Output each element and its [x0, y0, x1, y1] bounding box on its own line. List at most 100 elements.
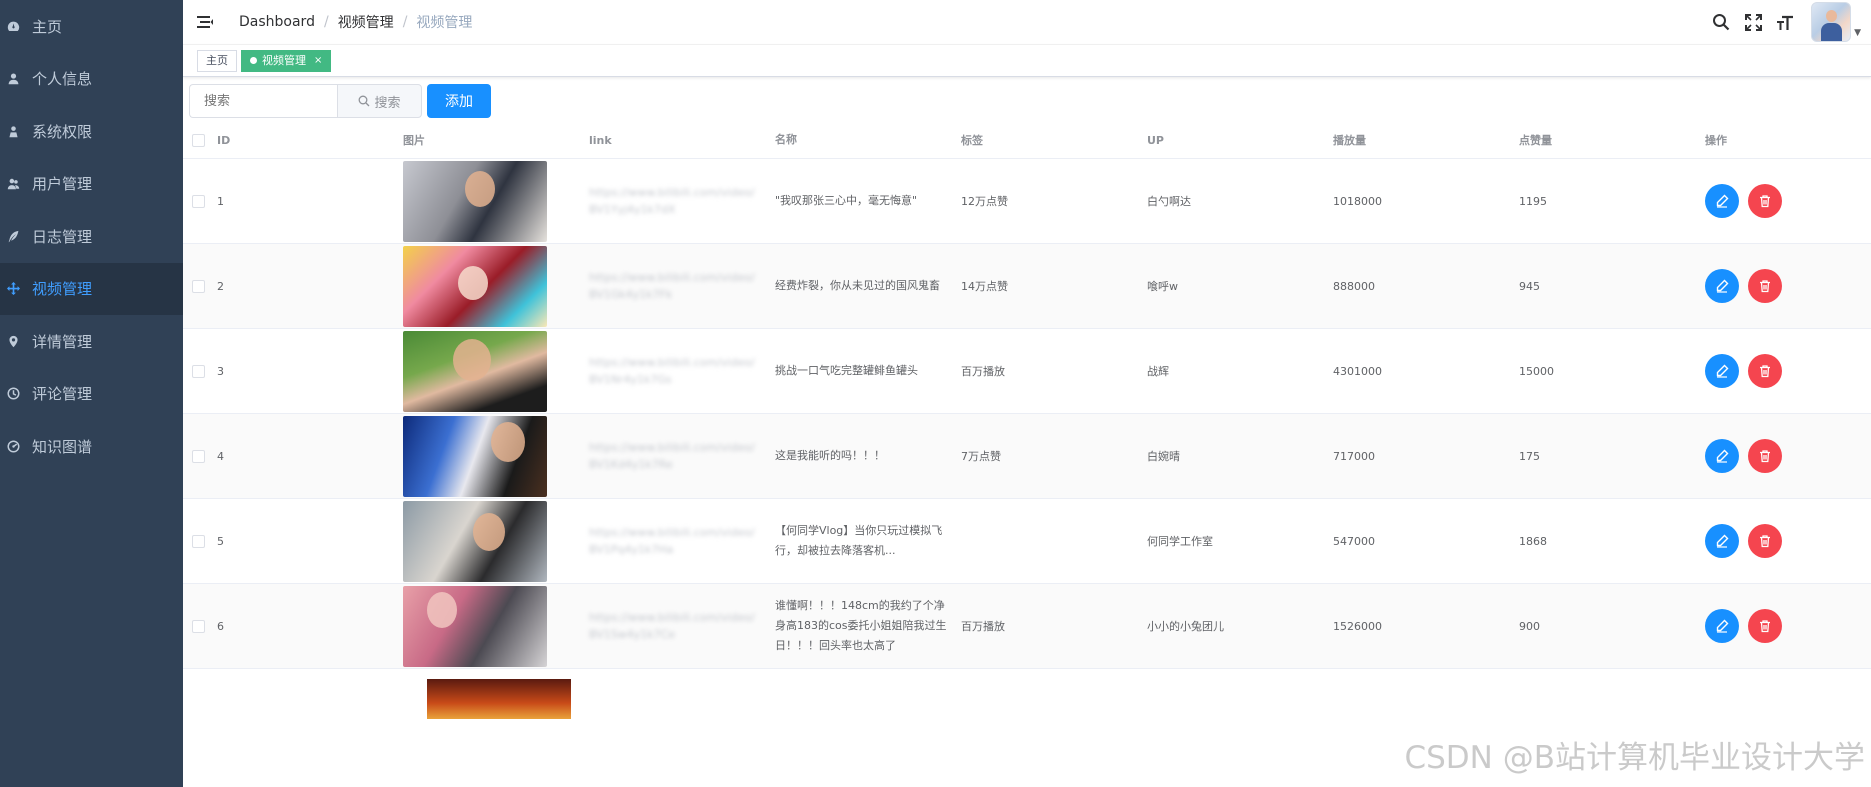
sidebar-item-home[interactable]: 主页 [0, 0, 183, 53]
sidebar-item-label: 系统权限 [32, 122, 93, 141]
column-header-link[interactable]: link [589, 134, 775, 147]
cell-up: 白婉晴 [1147, 450, 1180, 463]
cell-id: 3 [217, 364, 224, 378]
table-row: 6 https://www.bilibili.com/video/BV1Sw4y… [183, 584, 1871, 669]
row-checkbox-cell [183, 194, 217, 208]
cell-link[interactable]: https://www.bilibili.com/video/BV1Kd4y1k… [589, 439, 775, 473]
cell-link[interactable]: https://www.bilibili.com/video/BV1Nr4y1k… [589, 354, 775, 388]
sidebar-item-label: 用户管理 [32, 175, 93, 194]
delete-button[interactable] [1748, 609, 1782, 643]
sidebar-item-permissions[interactable]: 系统权限 [0, 105, 183, 158]
search-button[interactable]: 搜索 [337, 84, 422, 118]
cell-link[interactable]: https://www.bilibili.com/video/BV1Pq4y1k… [589, 524, 775, 558]
video-link[interactable]: https://www.bilibili.com/video/BV1Sw4y1k… [589, 609, 755, 643]
sidebar-item-label: 个人信息 [32, 70, 93, 89]
sidebar-item-video[interactable]: 视频管理 [0, 262, 183, 315]
edit-button[interactable] [1705, 609, 1739, 643]
fullscreen-icon[interactable] [1742, 11, 1764, 33]
sidebar-item-details[interactable]: 详情管理 [0, 315, 183, 368]
video-link[interactable]: https://www.bilibili.com/video/BV1Pq4y1k… [589, 524, 755, 558]
row-checkbox[interactable] [192, 194, 205, 208]
avatar[interactable] [1811, 2, 1852, 42]
video-thumbnail[interactable] [403, 245, 547, 327]
sidebar-item-label: 主页 [32, 17, 63, 36]
delete-button[interactable] [1748, 354, 1782, 388]
delete-button[interactable] [1748, 524, 1782, 558]
video-link[interactable]: https://www.bilibili.com/video/BV1Nr4y1k… [589, 354, 755, 388]
chart-icon [6, 439, 20, 453]
cell-tag: 12万点赞 [961, 195, 1008, 208]
delete-button[interactable] [1748, 269, 1782, 303]
sidebar-item-label: 视频管理 [32, 280, 93, 299]
sidebar-item-knowledge-graph[interactable]: 知识图谱 [0, 420, 183, 473]
hamburger-icon[interactable] [197, 12, 217, 32]
video-link[interactable]: https://www.bilibili.com/video/BV1Yyj4y1… [589, 184, 755, 218]
tag-label: 主页 [206, 53, 228, 67]
sidebar-item-profile[interactable]: 个人信息 [0, 53, 183, 106]
edit-icon [1716, 194, 1729, 208]
delete-button[interactable] [1748, 439, 1782, 473]
edit-button[interactable] [1705, 269, 1739, 303]
video-link[interactable]: https://www.bilibili.com/video/BV1Gk4y1k… [589, 269, 755, 303]
column-header-plays[interactable]: 播放量 [1333, 132, 1519, 148]
delete-icon [1760, 365, 1770, 378]
column-header-name[interactable]: 名称 [775, 130, 961, 150]
move-icon [6, 282, 20, 296]
row-checkbox[interactable] [192, 619, 205, 633]
close-icon[interactable]: × [314, 50, 322, 72]
video-thumbnail[interactable] [403, 415, 547, 497]
sidebar-item-label: 日志管理 [32, 227, 93, 246]
sidebar-item-comments[interactable]: 评论管理 [0, 368, 183, 421]
video-thumbnail[interactable] [427, 679, 571, 719]
row-checkbox[interactable] [192, 534, 205, 548]
row-checkbox[interactable] [192, 279, 205, 293]
tag-home[interactable]: 主页 [197, 49, 237, 72]
search-input[interactable] [189, 84, 337, 118]
cell-plays: 888000 [1333, 279, 1375, 293]
edit-button[interactable] [1705, 354, 1739, 388]
tag-video-management[interactable]: 视频管理 × [241, 49, 332, 72]
column-header-tag[interactable]: 标签 [961, 132, 1147, 148]
cell-link[interactable]: https://www.bilibili.com/video/BV1Sw4y1k… [589, 609, 775, 643]
delete-icon [1760, 450, 1770, 463]
column-header-id[interactable]: ID [217, 134, 403, 147]
cell-image [403, 160, 589, 242]
sidebar-item-logs[interactable]: 日志管理 [0, 210, 183, 263]
font-size-icon[interactable] [1774, 11, 1796, 33]
table-header: ID 图片 link 名称 标签 UP 播放量 点赞量 操作 [183, 122, 1871, 159]
cell-up: 小小的小兔团儿 [1147, 620, 1224, 633]
cell-id: 1 [217, 194, 224, 208]
caret-down-icon[interactable]: ▼ [1854, 28, 1861, 38]
video-thumbnail[interactable] [403, 500, 547, 582]
table-row: 1 https://www.bilibili.com/video/BV1Yyj4… [183, 159, 1871, 244]
cell-link[interactable]: https://www.bilibili.com/video/BV1Yyj4y1… [589, 184, 775, 218]
video-link[interactable]: https://www.bilibili.com/video/BV1Kd4y1k… [589, 439, 755, 473]
column-header-image[interactable]: 图片 [403, 132, 589, 148]
peoples-icon [6, 124, 20, 138]
row-checkbox[interactable] [192, 364, 205, 378]
cell-name: 经费炸裂，你从未见过的国风鬼畜 [775, 279, 940, 292]
search-icon[interactable] [1710, 11, 1732, 33]
video-thumbnail[interactable] [403, 585, 547, 667]
add-button[interactable]: 添加 [427, 84, 491, 118]
sidebar-item-users[interactable]: 用户管理 [0, 158, 183, 211]
table-row: 3 https://www.bilibili.com/video/BV1Nr4y… [183, 329, 1871, 414]
video-thumbnail[interactable] [403, 160, 547, 242]
edit-button[interactable] [1705, 524, 1739, 558]
edit-button[interactable] [1705, 439, 1739, 473]
breadcrumb-video-parent[interactable]: 视频管理 [338, 12, 394, 32]
select-all-checkbox[interactable] [192, 133, 205, 147]
edit-button[interactable] [1705, 184, 1739, 218]
cell-link[interactable]: https://www.bilibili.com/video/BV1Gk4y1k… [589, 269, 775, 303]
sidebar-item-label: 评论管理 [32, 385, 93, 404]
column-header-up[interactable]: UP [1147, 134, 1333, 147]
cell-likes: 15000 [1519, 364, 1554, 378]
video-thumbnail[interactable] [403, 330, 547, 412]
row-checkbox[interactable] [192, 449, 205, 463]
navbar: Dashboard / 视频管理 / 视频管理 ▼ [183, 0, 1871, 45]
delete-button[interactable] [1748, 184, 1782, 218]
cell-image [403, 585, 589, 667]
delete-icon [1760, 535, 1770, 548]
column-header-likes[interactable]: 点赞量 [1519, 132, 1705, 148]
breadcrumb-dashboard[interactable]: Dashboard [239, 14, 315, 30]
